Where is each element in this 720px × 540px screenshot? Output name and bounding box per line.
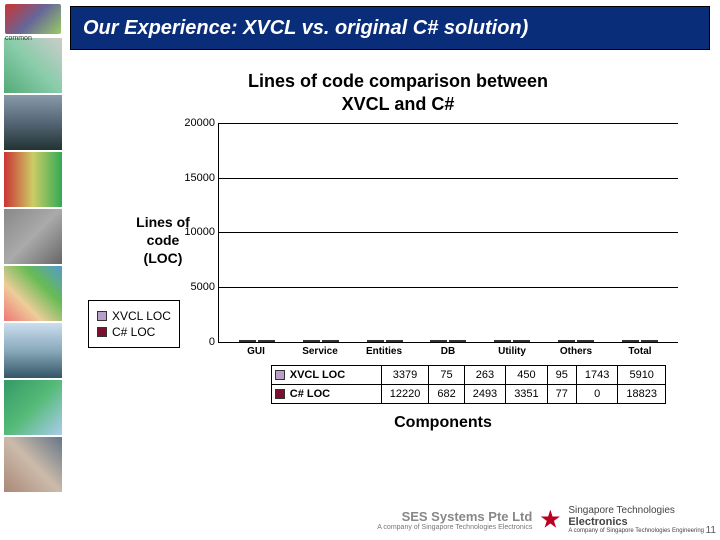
bar-C#-LOC-Utility (513, 340, 530, 342)
bar-C#-LOC-GUI (258, 340, 275, 342)
thumb-8 (4, 437, 62, 492)
chart-plot-area: 05000100001500020000 (218, 123, 678, 343)
thumb-1 (4, 38, 62, 93)
bar-C#-LOC-DB (449, 340, 466, 342)
footer-company2a: Singapore Technologies (568, 505, 704, 516)
common-logo (5, 4, 61, 34)
bar-C#-LOC-Others (577, 340, 594, 342)
bar-XVCL-LOC-Others (558, 340, 575, 342)
bar-XVCL-LOC-Service (303, 340, 320, 342)
chart-data-table: XVCL LOC3379752634509517435910C# LOC1222… (271, 365, 666, 404)
bar-C#-LOC-Total (641, 340, 658, 342)
page-number: 11 (706, 525, 716, 536)
x-axis-label: Components (208, 414, 678, 432)
y-axis-label: Lines of code(LOC) (118, 213, 208, 268)
bar-XVCL-LOC-GUI (239, 340, 256, 342)
footer-company1: SES Systems Pte Ltd (377, 509, 532, 524)
sidebar-thumbnails (0, 0, 66, 540)
footer-logos: SES Systems Pte Ltd A company of Singapo… (377, 505, 704, 534)
bar-XVCL-LOC-Entities (367, 340, 384, 342)
bar-C#-LOC-Service (322, 340, 339, 342)
slide-title: Our Experience: XVCL vs. original C# sol… (83, 17, 528, 40)
thumb-2 (4, 95, 62, 150)
chart-container: Lines of code comparison betweenXVCL and… (118, 70, 678, 470)
bar-XVCL-LOC-DB (430, 340, 447, 342)
bar-XVCL-LOC-Utility (494, 340, 511, 342)
bar-XVCL-LOC-Total (622, 340, 639, 342)
footer-company1-sub: A company of Singapore Technologies Elec… (377, 524, 532, 531)
thumb-4 (4, 209, 62, 264)
chart-title: Lines of code comparison betweenXVCL and… (118, 70, 678, 117)
thumb-5 (4, 266, 62, 321)
chart-legend: XVCL LOCC# LOC (88, 300, 180, 348)
st-star-icon (540, 510, 560, 530)
thumb-7 (4, 380, 62, 435)
thumb-3 (4, 152, 62, 207)
footer-company2b: Electronics (568, 516, 704, 528)
thumb-6 (4, 323, 62, 378)
x-axis-ticks: GUIServiceEntitiesDBUtilityOthersTotal (218, 343, 678, 357)
bar-C#-LOC-Entities (386, 340, 403, 342)
slide-title-bar: Our Experience: XVCL vs. original C# sol… (70, 6, 710, 50)
footer-company2-sub: A company of Singapore Technologies Engi… (568, 528, 704, 534)
